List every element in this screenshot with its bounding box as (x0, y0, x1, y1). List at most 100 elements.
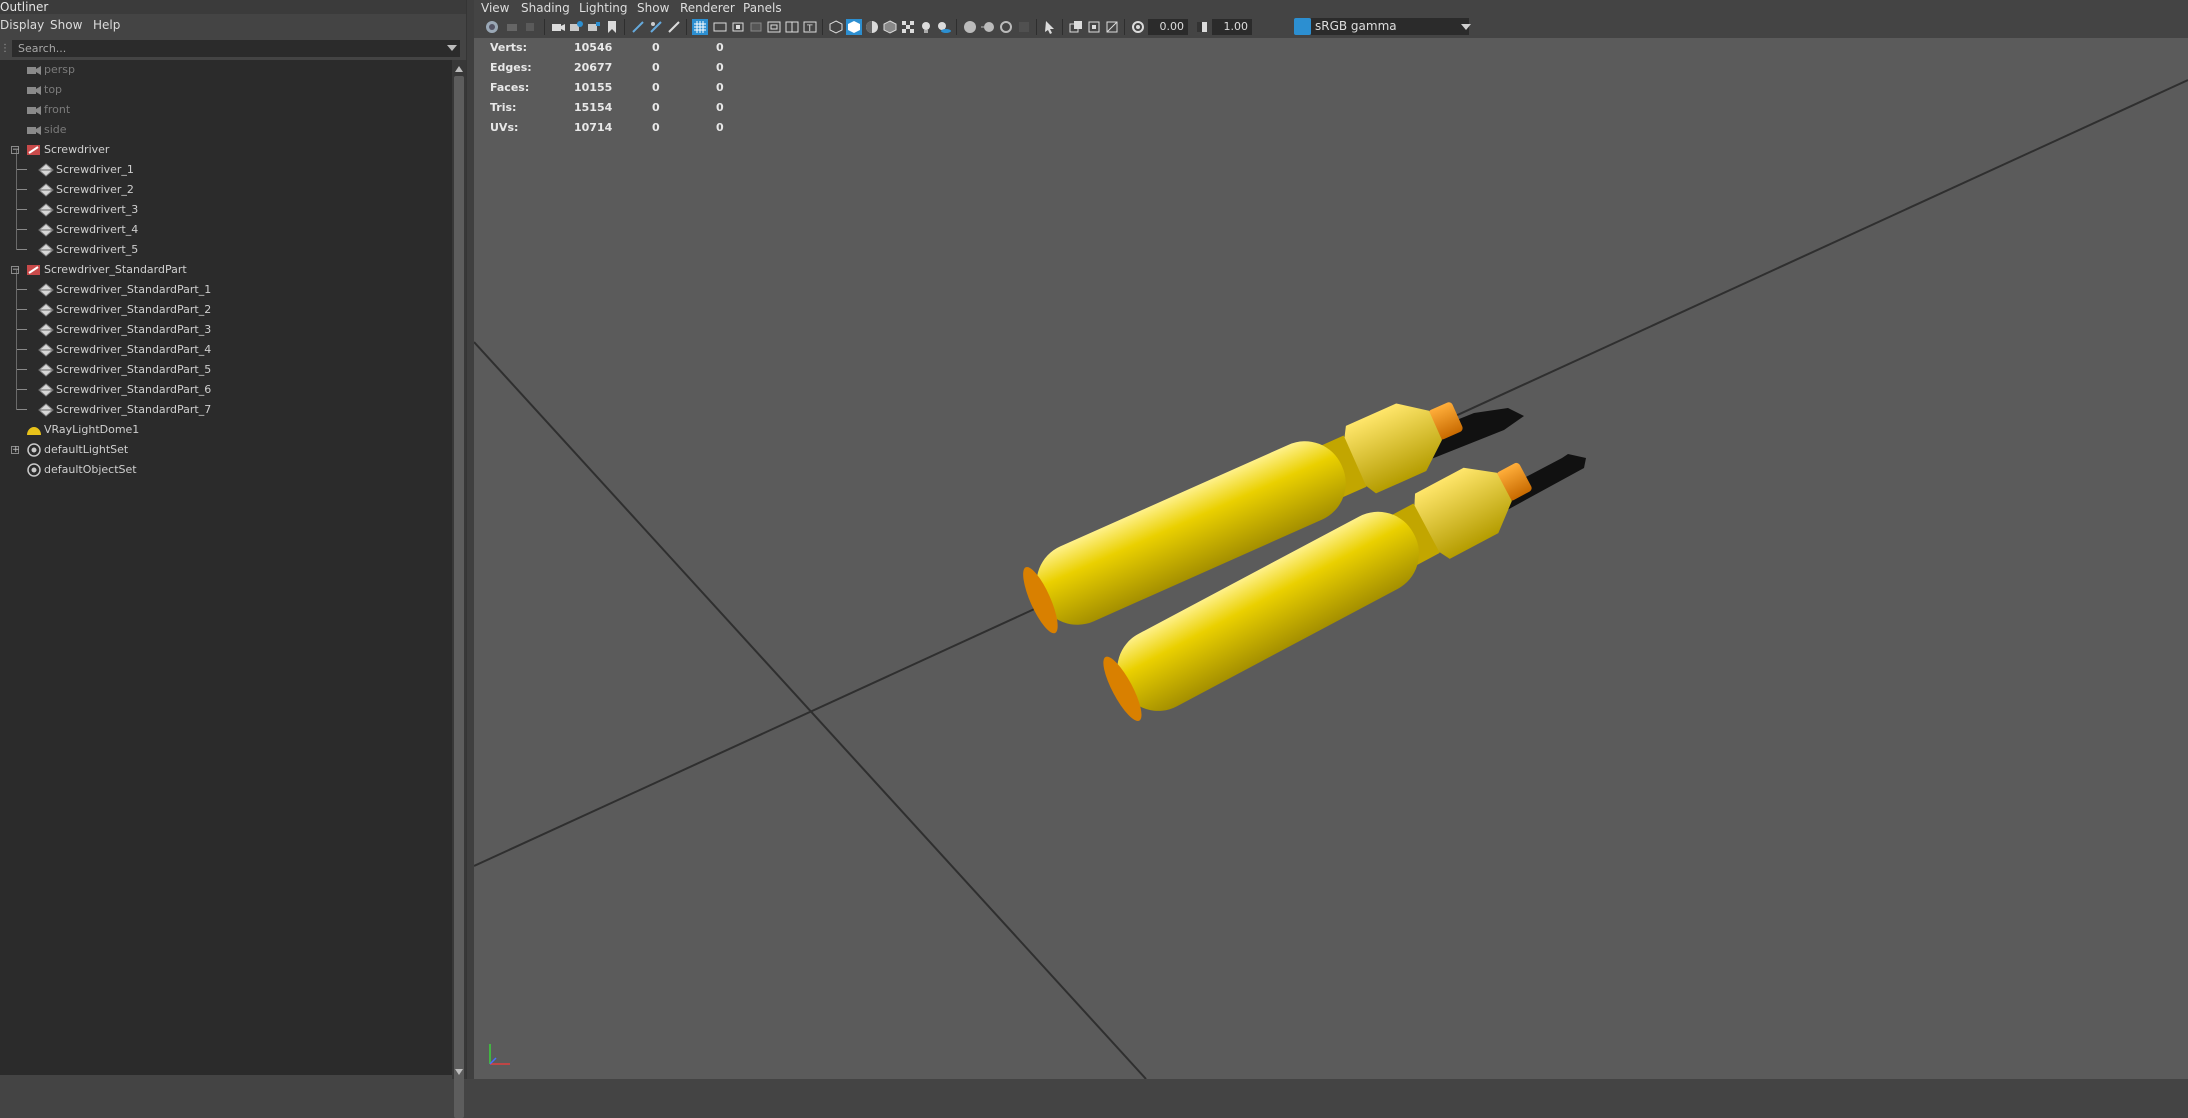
collapse-toggle-icon[interactable]: − (11, 266, 20, 275)
xray-joints-icon[interactable] (1104, 19, 1120, 35)
mesh-icon (38, 403, 54, 417)
scrollbar-thumb[interactable] (454, 76, 464, 1118)
menu-help[interactable]: Help (93, 14, 120, 36)
color-management-icon[interactable] (1294, 18, 1311, 35)
color-space-select[interactable]: sRGB gamma (1311, 18, 1469, 35)
menu-panels[interactable]: Panels (743, 0, 782, 16)
color-space-dropdown-icon[interactable] (1461, 24, 1471, 30)
outliner-item[interactable]: Screwdriver_StandardPart_6 (0, 380, 452, 400)
mesh-icon (38, 223, 54, 237)
outliner-item[interactable]: VRayLightDome1 (0, 420, 452, 440)
wireframe-icon[interactable] (828, 19, 844, 35)
default-material-icon[interactable] (864, 19, 880, 35)
camera-lock-icon[interactable] (568, 19, 584, 35)
isolate-select-icon[interactable] (1068, 19, 1084, 35)
menu-show[interactable]: Show (50, 14, 82, 36)
depth-of-field-icon[interactable] (1016, 19, 1032, 35)
screen-space-ao-icon[interactable] (962, 19, 978, 35)
outliner-item[interactable]: Screwdriver_1 (0, 160, 452, 180)
gate-mask-icon[interactable] (748, 19, 764, 35)
gamma-icon[interactable] (1194, 19, 1210, 35)
hud-row: Tris: 15154 0 0 (490, 98, 790, 118)
outliner-item[interactable]: − Screwdriver_StandardPart (0, 260, 452, 280)
xray-selection-icon[interactable] (1042, 19, 1058, 35)
outliner-item[interactable]: defaultObjectSet (0, 460, 452, 480)
outliner-item[interactable]: Screwdrivert_5 (0, 240, 452, 260)
menu-renderer[interactable]: Renderer (680, 0, 735, 16)
grease-pencil-icon[interactable] (630, 19, 646, 35)
viewport-panel: View Shading Lighting Show Renderer Pane… (474, 0, 2188, 1079)
outliner-item[interactable]: Screwdriver_StandardPart_5 (0, 360, 452, 380)
outliner-item[interactable]: − Screwdriver (0, 140, 452, 160)
menu-shading[interactable]: Shading (521, 0, 570, 16)
anti-aliasing-icon[interactable] (998, 19, 1014, 35)
outliner-item[interactable]: Screwdrivert_4 (0, 220, 452, 240)
pencil-icon[interactable] (666, 19, 682, 35)
checker-icon[interactable] (900, 19, 916, 35)
bookmark-icon[interactable] (522, 19, 538, 35)
gamma-field[interactable]: 1.00 (1212, 19, 1252, 35)
menu-lighting[interactable]: Lighting (579, 0, 628, 16)
field-chart-icon[interactable] (766, 19, 782, 35)
exposure-field[interactable]: 0.00 (1148, 19, 1188, 35)
scroll-down-arrow-icon[interactable] (455, 1069, 463, 1075)
exposure-icon[interactable] (1130, 19, 1146, 35)
bookmark-flag-icon[interactable] (604, 19, 620, 35)
film-gate-icon[interactable] (712, 19, 728, 35)
toolbar-separator (624, 19, 625, 35)
hud-label: Edges: (490, 61, 532, 74)
outliner-item[interactable]: Screwdrivert_3 (0, 200, 452, 220)
menu-show[interactable]: Show (637, 0, 669, 16)
expand-toggle-icon[interactable]: + (11, 446, 20, 455)
outliner-item[interactable]: + defaultLightSet (0, 440, 452, 460)
outliner-item-label: Screwdriver (44, 143, 110, 156)
outliner-item[interactable]: top (0, 80, 452, 100)
menu-view[interactable]: View (481, 0, 509, 16)
drag-handle-icon[interactable]: ⋮ (0, 39, 10, 59)
scroll-up-arrow-icon[interactable] (455, 66, 463, 72)
motion-blur-icon[interactable] (980, 19, 996, 35)
camera-icon[interactable] (550, 19, 566, 35)
hud-row: Verts: 10546 0 0 (490, 38, 790, 58)
shadows-icon[interactable] (936, 19, 952, 35)
resolution-gate-icon[interactable] (730, 19, 746, 35)
toolbar-separator (686, 19, 687, 35)
lights-icon[interactable] (918, 19, 934, 35)
camera-icon (27, 66, 41, 75)
tree-connector (17, 289, 27, 290)
select-camera-icon[interactable] (484, 19, 500, 35)
outliner-item[interactable]: Screwdriver_StandardPart_3 (0, 320, 452, 340)
outliner-title-text: Outliner (0, 0, 49, 14)
camera-snap-icon[interactable] (586, 19, 602, 35)
tree-connector (17, 169, 27, 170)
search-dropdown-icon[interactable] (447, 45, 457, 51)
tree-connector (17, 249, 27, 250)
viewport-menubar: View Shading Lighting Show Renderer Pane… (474, 0, 2188, 16)
camera-attributes-icon[interactable] (504, 19, 520, 35)
outliner-item[interactable]: front (0, 100, 452, 120)
search-input[interactable] (12, 40, 460, 57)
textured-icon[interactable] (882, 19, 898, 35)
outliner-item[interactable]: Screwdriver_StandardPart_4 (0, 340, 452, 360)
viewport-canvas[interactable]: Verts: 10546 0 0 Edges: 20677 0 0 Faces: 10155 0 0 T… (474, 38, 2188, 1079)
outliner-item[interactable]: side (0, 120, 452, 140)
tree-connector (17, 349, 27, 350)
outliner-item[interactable]: Screwdriver_StandardPart_7 (0, 400, 452, 420)
safe-action-icon[interactable] (784, 19, 800, 35)
menu-display[interactable]: Display (0, 14, 44, 36)
outliner-item[interactable]: Screwdriver_2 (0, 180, 452, 200)
outliner-item[interactable]: Screwdriver_StandardPart_2 (0, 300, 452, 320)
color-space-control: sRGB gamma (1294, 18, 1932, 35)
mesh-icon (38, 383, 54, 397)
xray-icon[interactable] (1086, 19, 1102, 35)
safe-title-icon[interactable]: T (802, 19, 818, 35)
2d-pan-zoom-icon[interactable] (648, 19, 664, 35)
collapse-toggle-icon[interactable]: − (11, 146, 20, 155)
outliner-scrollbar[interactable] (452, 60, 466, 1118)
grid-icon[interactable] (692, 19, 708, 35)
smooth-shade-icon[interactable] (846, 19, 862, 35)
hud-value: 0 (716, 121, 724, 134)
outliner-item[interactable]: Screwdriver_StandardPart_1 (0, 280, 452, 300)
outliner-item[interactable]: persp (0, 60, 452, 80)
mesh-icon (38, 163, 54, 177)
